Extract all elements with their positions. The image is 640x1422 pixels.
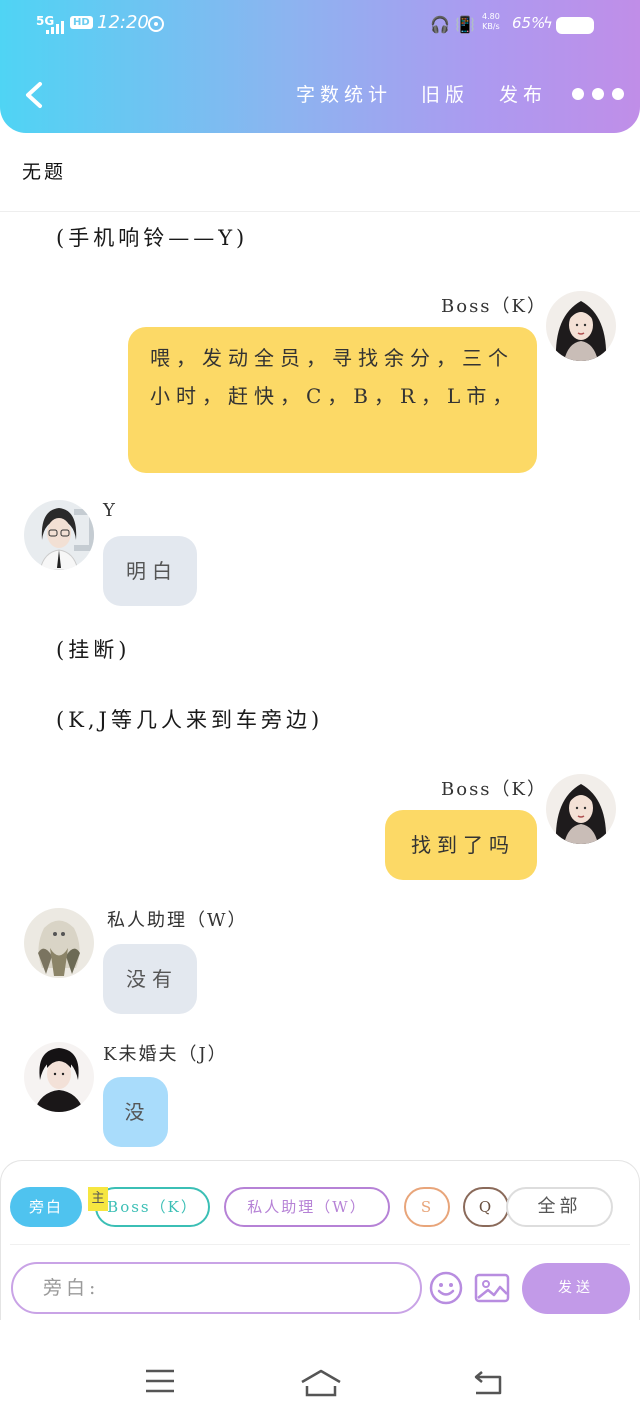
status-bar: 5G HD 12:20 🎧 📳 4.80 KB/s 65% ϟ bbox=[0, 12, 640, 38]
speaker-name: Boss（K） bbox=[441, 296, 547, 317]
composer-divider bbox=[10, 1244, 630, 1245]
chat-bubble-boss[interactable]: 找到了吗 bbox=[385, 810, 537, 880]
speaker-name: Boss（K） bbox=[441, 779, 547, 800]
role-chip-boss[interactable]: Boss（K） bbox=[95, 1187, 210, 1227]
hd-badge: HD bbox=[70, 16, 93, 29]
word-count-button[interactable]: 字数统计 bbox=[296, 80, 392, 107]
menu-button[interactable] bbox=[144, 1368, 176, 1398]
back-button[interactable] bbox=[22, 78, 48, 112]
chat-bubble-boss[interactable]: 喂，发动全员，寻找余分，三个小时，赶快，C，B，R，L市， bbox=[128, 327, 537, 473]
emoji-icon bbox=[429, 1271, 463, 1305]
fiance-avatar[interactable] bbox=[24, 1042, 94, 1112]
more-button[interactable] bbox=[570, 88, 626, 102]
net-speed: 4.80 KB/s bbox=[482, 12, 500, 32]
ghost-art-avatar-icon bbox=[24, 908, 94, 978]
app-header: 5G HD 12:20 🎧 📳 4.80 KB/s 65% ϟ 字数统计 旧版 … bbox=[0, 0, 640, 133]
chat-bubble-assistant[interactable]: 没有 bbox=[103, 944, 197, 1014]
role-chip-q[interactable]: Q bbox=[463, 1187, 509, 1227]
boss-avatar[interactable] bbox=[546, 774, 616, 844]
battery-icon bbox=[556, 17, 594, 34]
sync-icon bbox=[148, 16, 164, 32]
battery-percent: 65% bbox=[512, 14, 546, 32]
narration-line[interactable]: (手机响铃——Y) bbox=[56, 222, 248, 252]
old-version-button[interactable]: 旧版 bbox=[421, 80, 469, 107]
net-speed-unit: KB/s bbox=[482, 22, 500, 31]
more-dots-icon bbox=[572, 88, 584, 100]
chat-bubble-y[interactable]: 明白 bbox=[103, 536, 197, 606]
document-title[interactable]: 无题 bbox=[22, 157, 66, 184]
main-role-tag: 主 bbox=[88, 1187, 108, 1211]
signal-icon bbox=[46, 20, 68, 34]
chat-bubble-fiance[interactable]: 没 bbox=[103, 1077, 168, 1147]
system-nav-bar bbox=[0, 1340, 640, 1422]
male-dark-avatar-icon bbox=[24, 1042, 94, 1112]
emoji-button[interactable] bbox=[428, 1270, 464, 1306]
home-icon bbox=[301, 1369, 341, 1397]
home-button[interactable] bbox=[299, 1368, 343, 1402]
headphones-icon: 🎧 bbox=[430, 15, 450, 34]
female-avatar-icon bbox=[546, 291, 616, 361]
role-chip-assistant[interactable]: 私人助理（W） bbox=[224, 1187, 390, 1227]
publish-button[interactable]: 发布 bbox=[499, 80, 547, 107]
speaker-name: 私人助理（W） bbox=[107, 910, 248, 931]
send-button[interactable]: 发送 bbox=[522, 1263, 630, 1314]
role-chip-narration[interactable]: 旁白 bbox=[10, 1187, 82, 1227]
net-speed-value: 4.80 bbox=[482, 12, 500, 21]
boss-avatar[interactable] bbox=[546, 291, 616, 361]
speaker-name: Y bbox=[103, 500, 117, 521]
image-icon bbox=[474, 1273, 510, 1303]
y-avatar[interactable] bbox=[24, 500, 94, 570]
narration-line[interactable]: (K,J等几人来到车旁边) bbox=[56, 704, 323, 734]
image-button[interactable] bbox=[474, 1272, 510, 1304]
narration-line[interactable]: (挂断) bbox=[56, 634, 130, 664]
assistant-avatar[interactable] bbox=[24, 908, 94, 978]
charging-icon: ϟ bbox=[543, 14, 553, 32]
back-icon bbox=[474, 1371, 502, 1395]
message-input[interactable] bbox=[11, 1262, 422, 1314]
role-chip-s[interactable]: S bbox=[404, 1187, 450, 1227]
female-avatar-icon bbox=[546, 774, 616, 844]
vibrate-icon: 📳 bbox=[455, 15, 475, 34]
role-chip-all[interactable]: 全部 bbox=[506, 1187, 613, 1227]
title-divider bbox=[0, 211, 640, 212]
back-nav-button[interactable] bbox=[472, 1368, 504, 1400]
chevron-left-icon bbox=[26, 82, 42, 108]
menu-icon bbox=[146, 1369, 174, 1393]
clock: 12:20 bbox=[97, 12, 149, 33]
male-glasses-avatar-icon bbox=[24, 500, 94, 570]
speaker-name: K未婚夫（J） bbox=[103, 1044, 228, 1065]
